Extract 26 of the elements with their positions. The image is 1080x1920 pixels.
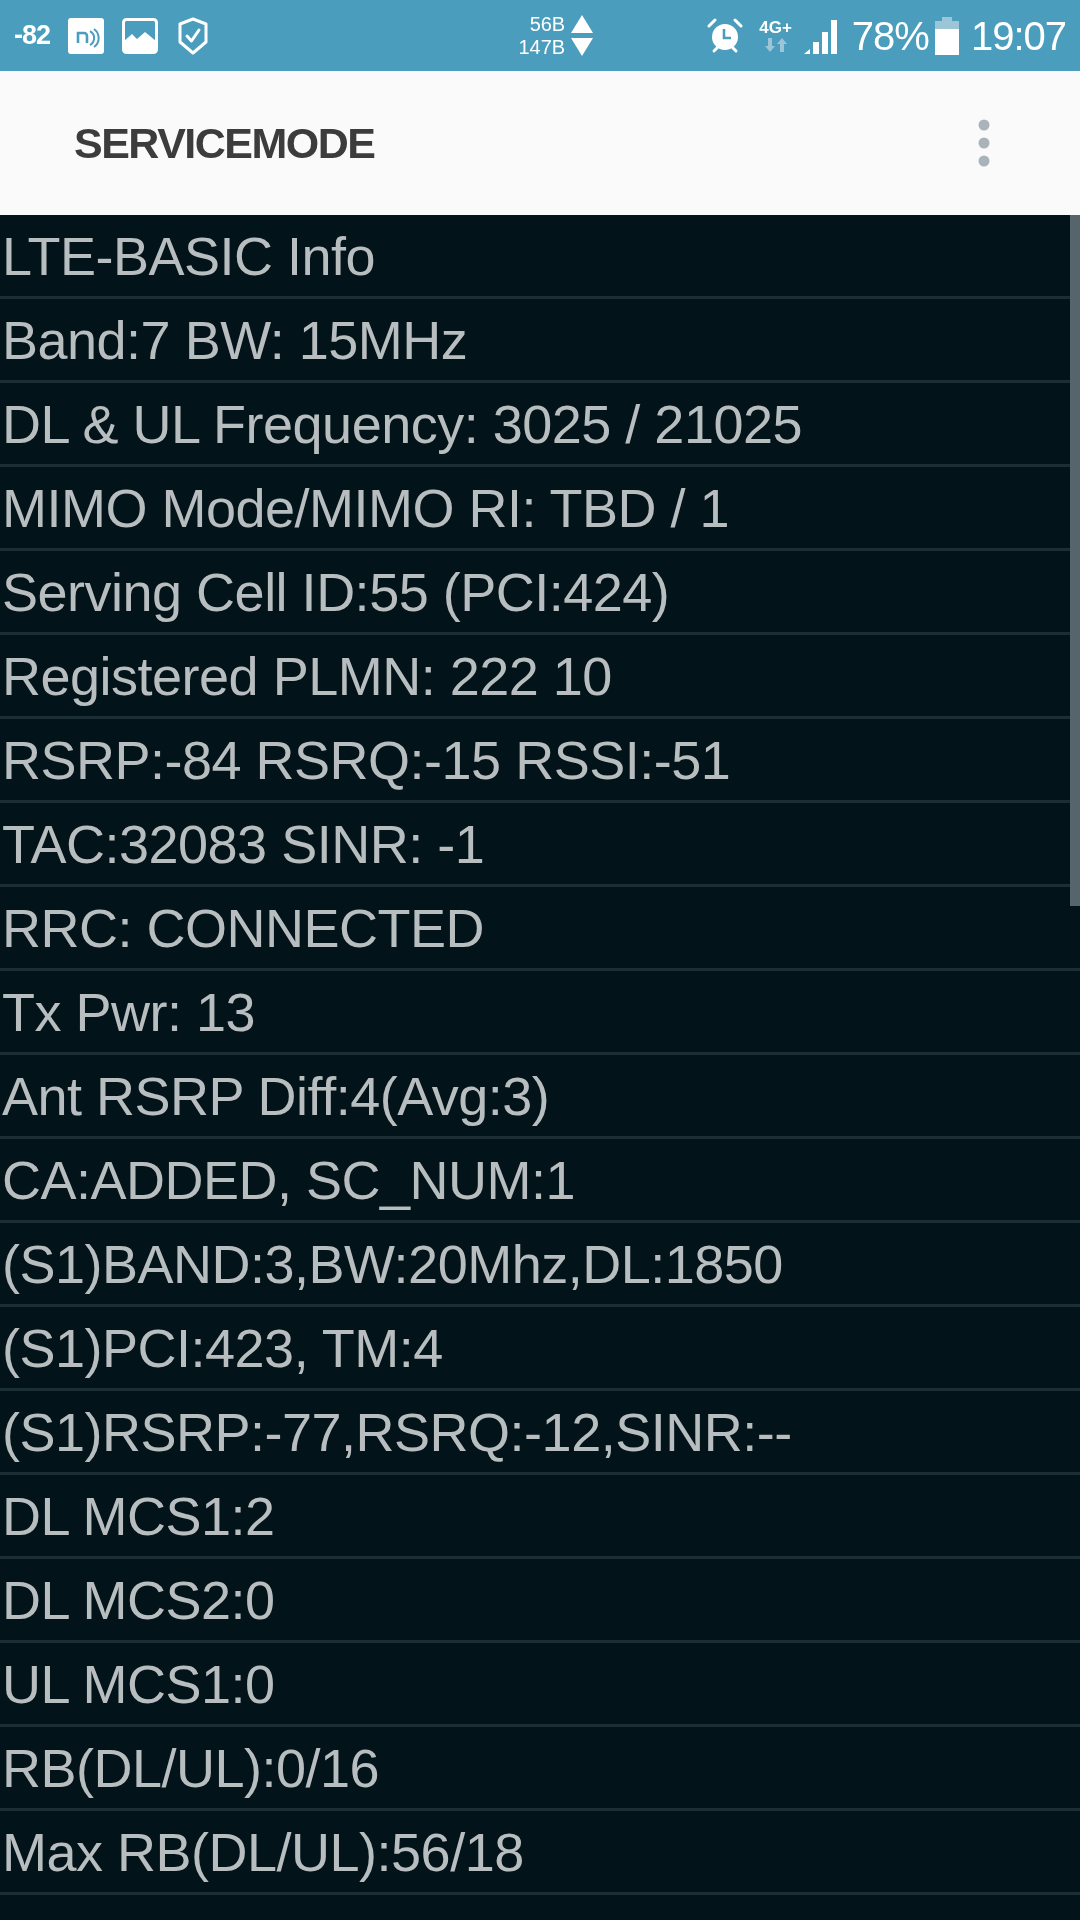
info-row-text: LTE-BASIC Info bbox=[2, 228, 376, 283]
info-row-text: MIMO Mode/MIMO RI: TBD / 1 bbox=[2, 480, 730, 535]
info-row-text: RRC: CONNECTED bbox=[2, 900, 484, 955]
image-icon bbox=[122, 17, 159, 54]
data-arrows-icon bbox=[763, 38, 788, 52]
clock-time: 19:07 bbox=[970, 15, 1066, 56]
info-row-text: TAC:32083 SINR: -1 bbox=[2, 816, 485, 871]
info-row-text: UL MCS1:0 bbox=[2, 1656, 275, 1711]
more-options-icon[interactable] bbox=[977, 118, 991, 168]
battery-percent: 78% bbox=[851, 15, 929, 56]
alarm-clock-icon bbox=[707, 17, 744, 54]
info-row-text: DL MCS1:2 bbox=[2, 1488, 275, 1543]
info-row-text: Band:7 BW: 15MHz bbox=[2, 312, 468, 367]
signal-bars-icon bbox=[803, 17, 840, 54]
signal-reading: -82 bbox=[14, 22, 51, 49]
app-title: SERVICEMODE bbox=[74, 121, 375, 165]
battery-icon bbox=[934, 16, 959, 55]
download-speed: 147B bbox=[518, 37, 566, 57]
shield-check-icon bbox=[178, 16, 209, 55]
network-type: 4G+ bbox=[759, 19, 792, 36]
down-triangle-icon bbox=[571, 38, 594, 56]
info-row-text: DL MCS2:0 bbox=[2, 1572, 275, 1627]
nfc-icon bbox=[68, 17, 105, 54]
up-triangle-icon bbox=[571, 15, 594, 33]
info-row-text: Tx Pwr: 13 bbox=[2, 984, 256, 1039]
upload-speed: 56B bbox=[529, 14, 566, 34]
